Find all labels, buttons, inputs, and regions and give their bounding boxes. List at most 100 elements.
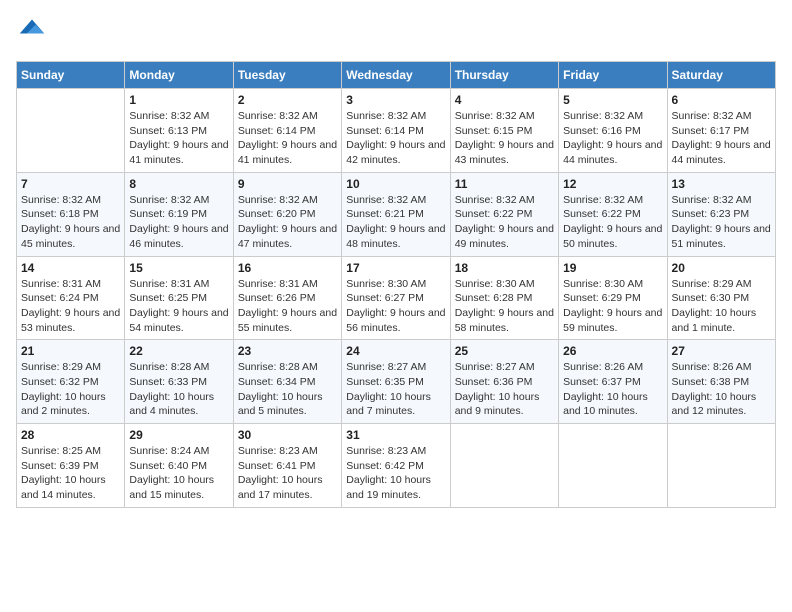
day-cell [667, 424, 775, 508]
day-cell: 1Sunrise: 8:32 AMSunset: 6:13 PMDaylight… [125, 89, 233, 173]
day-cell: 28Sunrise: 8:25 AMSunset: 6:39 PMDayligh… [17, 424, 125, 508]
day-cell: 14 Sunrise: 8:31 AMSunset: 6:24 PMDayligh… [17, 256, 125, 340]
day-cell: 27 Sunrise: 8:26 AMSunset: 6:38 PMDayligh… [667, 340, 775, 424]
day-number: 5 [563, 93, 662, 107]
day-number: 7 [21, 177, 120, 191]
day-cell: 5 Sunrise: 8:32 AMSunset: 6:16 PMDaylight… [559, 89, 667, 173]
day-number: 31 [346, 428, 445, 442]
day-number: 1 [129, 93, 228, 107]
weekday-header-wednesday: Wednesday [342, 62, 450, 89]
day-info: Sunrise: 8:32 AMSunset: 6:17 PMDaylight:… [672, 109, 771, 168]
day-cell: 23Sunrise: 8:28 AMSunset: 6:34 PMDayligh… [233, 340, 341, 424]
day-number: 13 [672, 177, 771, 191]
day-cell: 11 Sunrise: 8:32 AMSunset: 6:22 PMDayligh… [450, 172, 558, 256]
day-number: 12 [563, 177, 662, 191]
weekday-header-friday: Friday [559, 62, 667, 89]
day-cell: 24 Sunrise: 8:27 AMSunset: 6:35 PMDayligh… [342, 340, 450, 424]
day-number: 23 [238, 344, 337, 358]
calendar-table: SundayMondayTuesdayWednesdayThursdayFrid… [16, 61, 776, 508]
logo-icon [18, 16, 46, 44]
day-cell [559, 424, 667, 508]
day-info: Sunrise: 8:32 AMSunset: 6:18 PMDaylight:… [21, 193, 120, 252]
day-number: 21 [21, 344, 120, 358]
weekday-header-tuesday: Tuesday [233, 62, 341, 89]
day-number: 2 [238, 93, 337, 107]
day-info: Sunrise: 8:29 AMSunset: 6:32 PMDaylight:… [21, 360, 120, 419]
day-info: Sunrise: 8:31 AMSunset: 6:24 PMDaylight:… [21, 277, 120, 336]
day-cell: 10Sunrise: 8:32 AMSunset: 6:21 PMDayligh… [342, 172, 450, 256]
day-number: 3 [346, 93, 445, 107]
day-info: Sunrise: 8:32 AMSunset: 6:22 PMDaylight:… [563, 193, 662, 252]
day-info: Sunrise: 8:29 AMSunset: 6:30 PMDaylight:… [672, 277, 771, 336]
day-info: Sunrise: 8:32 AMSunset: 6:14 PMDaylight:… [238, 109, 337, 168]
day-number: 26 [563, 344, 662, 358]
day-info: Sunrise: 8:32 AMSunset: 6:23 PMDaylight:… [672, 193, 771, 252]
weekday-header-thursday: Thursday [450, 62, 558, 89]
weekday-header-monday: Monday [125, 62, 233, 89]
day-info: Sunrise: 8:30 AMSunset: 6:29 PMDaylight:… [563, 277, 662, 336]
day-info: Sunrise: 8:32 AMSunset: 6:16 PMDaylight:… [563, 109, 662, 168]
day-info: Sunrise: 8:32 AMSunset: 6:15 PMDaylight:… [455, 109, 554, 168]
day-info: Sunrise: 8:26 AMSunset: 6:38 PMDaylight:… [672, 360, 771, 419]
day-number: 24 [346, 344, 445, 358]
week-row-4: 21 Sunrise: 8:29 AMSunset: 6:32 PMDayligh… [17, 340, 776, 424]
weekday-header-sunday: Sunday [17, 62, 125, 89]
weekday-header-row: SundayMondayTuesdayWednesdayThursdayFrid… [17, 62, 776, 89]
day-cell: 6Sunrise: 8:32 AMSunset: 6:17 PMDaylight… [667, 89, 775, 173]
day-number: 29 [129, 428, 228, 442]
day-cell: 31 Sunrise: 8:23 AMSunset: 6:42 PMDayligh… [342, 424, 450, 508]
day-cell: 13 Sunrise: 8:32 AMSunset: 6:23 PMDayligh… [667, 172, 775, 256]
day-number: 22 [129, 344, 228, 358]
day-info: Sunrise: 8:31 AMSunset: 6:26 PMDaylight:… [238, 277, 337, 336]
day-cell: 8 Sunrise: 8:32 AMSunset: 6:19 PMDaylight… [125, 172, 233, 256]
day-cell: 2 Sunrise: 8:32 AMSunset: 6:14 PMDaylight… [233, 89, 341, 173]
day-number: 4 [455, 93, 554, 107]
day-cell: 20 Sunrise: 8:29 AMSunset: 6:30 PMDayligh… [667, 256, 775, 340]
day-number: 11 [455, 177, 554, 191]
day-number: 17 [346, 261, 445, 275]
day-info: Sunrise: 8:28 AMSunset: 6:33 PMDaylight:… [129, 360, 228, 419]
day-info: Sunrise: 8:30 AMSunset: 6:27 PMDaylight:… [346, 277, 445, 336]
week-row-2: 7 Sunrise: 8:32 AMSunset: 6:18 PMDaylight… [17, 172, 776, 256]
day-info: Sunrise: 8:32 AMSunset: 6:19 PMDaylight:… [129, 193, 228, 252]
day-cell: 9Sunrise: 8:32 AMSunset: 6:20 PMDaylight… [233, 172, 341, 256]
day-number: 18 [455, 261, 554, 275]
day-info: Sunrise: 8:32 AMSunset: 6:22 PMDaylight:… [455, 193, 554, 252]
day-number: 14 [21, 261, 120, 275]
week-row-3: 14 Sunrise: 8:31 AMSunset: 6:24 PMDayligh… [17, 256, 776, 340]
week-row-5: 28Sunrise: 8:25 AMSunset: 6:39 PMDayligh… [17, 424, 776, 508]
day-cell: 26 Sunrise: 8:26 AMSunset: 6:37 PMDayligh… [559, 340, 667, 424]
day-number: 8 [129, 177, 228, 191]
day-cell: 22 Sunrise: 8:28 AMSunset: 6:33 PMDayligh… [125, 340, 233, 424]
day-cell: 21 Sunrise: 8:29 AMSunset: 6:32 PMDayligh… [17, 340, 125, 424]
day-cell: 17 Sunrise: 8:30 AMSunset: 6:27 PMDayligh… [342, 256, 450, 340]
day-number: 27 [672, 344, 771, 358]
day-number: 15 [129, 261, 228, 275]
day-cell [17, 89, 125, 173]
day-info: Sunrise: 8:27 AMSunset: 6:35 PMDaylight:… [346, 360, 445, 419]
day-info: Sunrise: 8:23 AMSunset: 6:42 PMDaylight:… [346, 444, 445, 503]
day-number: 25 [455, 344, 554, 358]
day-number: 16 [238, 261, 337, 275]
day-info: Sunrise: 8:25 AMSunset: 6:39 PMDaylight:… [21, 444, 120, 503]
day-number: 9 [238, 177, 337, 191]
day-info: Sunrise: 8:27 AMSunset: 6:36 PMDaylight:… [455, 360, 554, 419]
day-info: Sunrise: 8:30 AMSunset: 6:28 PMDaylight:… [455, 277, 554, 336]
day-info: Sunrise: 8:31 AMSunset: 6:25 PMDaylight:… [129, 277, 228, 336]
day-number: 19 [563, 261, 662, 275]
day-number: 20 [672, 261, 771, 275]
day-cell: 30Sunrise: 8:23 AMSunset: 6:41 PMDayligh… [233, 424, 341, 508]
day-cell: 3 Sunrise: 8:32 AMSunset: 6:14 PMDaylight… [342, 89, 450, 173]
logo [16, 16, 46, 49]
day-number: 30 [238, 428, 337, 442]
day-cell: 4 Sunrise: 8:32 AMSunset: 6:15 PMDaylight… [450, 89, 558, 173]
weekday-header-saturday: Saturday [667, 62, 775, 89]
day-info: Sunrise: 8:24 AMSunset: 6:40 PMDaylight:… [129, 444, 228, 503]
day-cell: 29 Sunrise: 8:24 AMSunset: 6:40 PMDayligh… [125, 424, 233, 508]
day-cell: 16 Sunrise: 8:31 AMSunset: 6:26 PMDayligh… [233, 256, 341, 340]
day-info: Sunrise: 8:26 AMSunset: 6:37 PMDaylight:… [563, 360, 662, 419]
day-cell: 7 Sunrise: 8:32 AMSunset: 6:18 PMDaylight… [17, 172, 125, 256]
day-cell: 15 Sunrise: 8:31 AMSunset: 6:25 PMDayligh… [125, 256, 233, 340]
day-cell: 12 Sunrise: 8:32 AMSunset: 6:22 PMDayligh… [559, 172, 667, 256]
day-info: Sunrise: 8:32 AMSunset: 6:14 PMDaylight:… [346, 109, 445, 168]
